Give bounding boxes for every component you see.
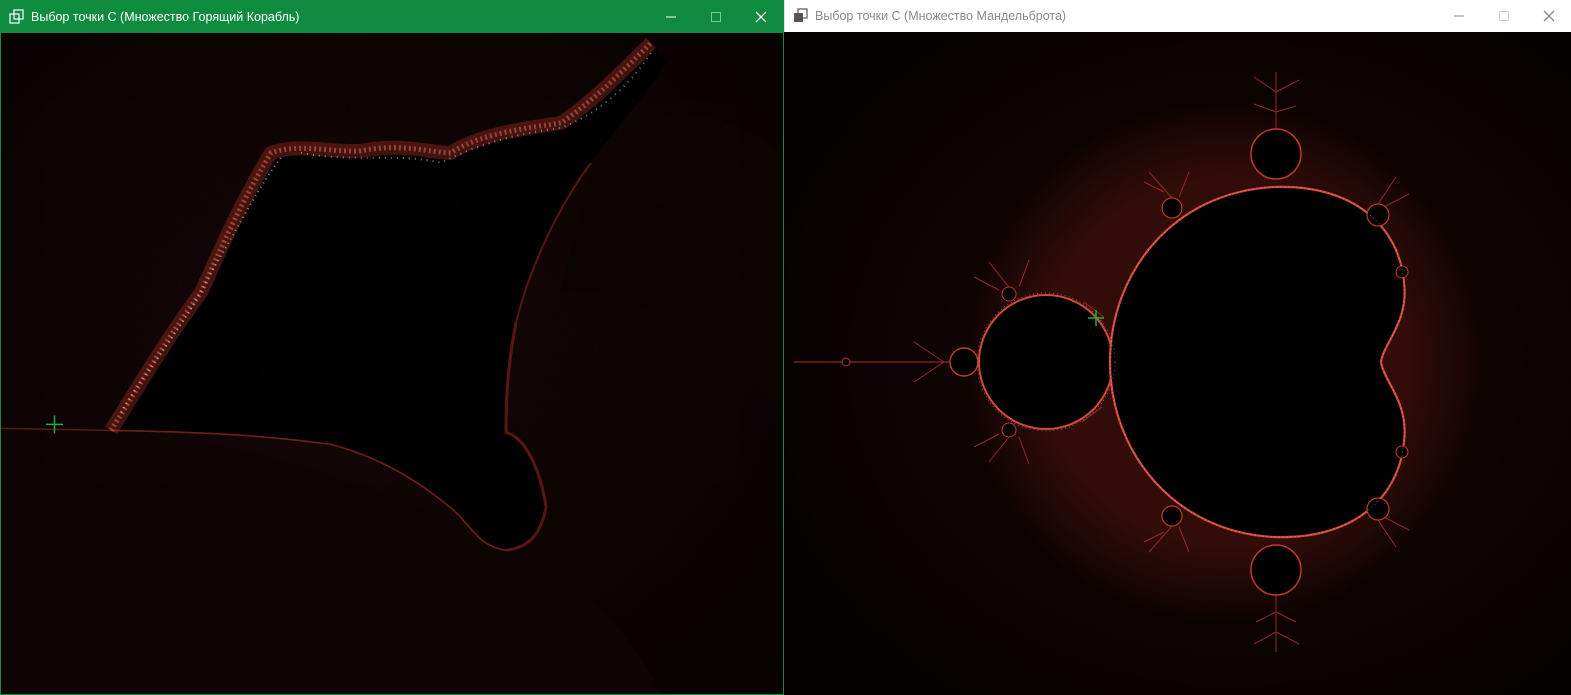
maximize-button[interactable] xyxy=(693,1,738,33)
close-icon xyxy=(1543,10,1554,22)
window-title: Выбор точки С (Множество Мандельброта) xyxy=(815,9,1067,23)
mandelbrot-window[interactable]: Выбор точки С (Множество Мандельброта) xyxy=(784,0,1571,695)
maximize-icon xyxy=(710,12,721,22)
window-title: Выбор точки С (Множество Горящий Корабль… xyxy=(31,10,300,24)
burning-ship-fractal[interactable] xyxy=(1,33,783,694)
window-icon xyxy=(9,9,25,25)
fractal-canvas[interactable] xyxy=(1,33,783,694)
minimize-icon xyxy=(1453,15,1464,17)
minimize-button[interactable] xyxy=(648,1,693,33)
burning-ship-window[interactable]: Выбор точки С (Множество Горящий Корабль… xyxy=(0,0,784,695)
title-bar[interactable]: Выбор точки С (Множество Горящий Корабль… xyxy=(1,1,783,33)
maximize-icon xyxy=(1498,11,1509,21)
minimize-button[interactable] xyxy=(1436,0,1481,32)
fractal-canvas[interactable] xyxy=(784,32,1571,695)
mandelbrot-fractal[interactable] xyxy=(784,32,1571,695)
maximize-button[interactable] xyxy=(1481,0,1526,32)
window-controls xyxy=(648,1,783,33)
minimize-icon xyxy=(665,16,676,18)
title-bar[interactable]: Выбор точки С (Множество Мандельброта) xyxy=(784,0,1571,32)
window-controls xyxy=(1436,0,1571,32)
close-button[interactable] xyxy=(1526,0,1571,32)
close-icon xyxy=(755,11,766,23)
window-icon xyxy=(793,8,809,24)
close-button[interactable] xyxy=(738,1,783,33)
